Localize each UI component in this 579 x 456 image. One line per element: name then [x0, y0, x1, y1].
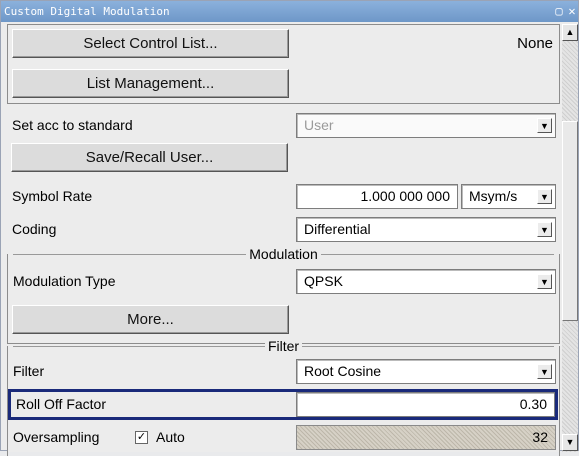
window-title: Custom Digital Modulation — [4, 5, 170, 18]
list-section: Select Control List... None List Managem… — [7, 24, 560, 104]
modulation-type-value: QPSK — [304, 273, 343, 289]
filter-label: Filter — [13, 363, 45, 379]
standard-label: Set acc to standard — [12, 117, 133, 133]
scroll-up-icon[interactable]: ▲ — [562, 24, 578, 41]
modulation-type-label: Modulation Type — [13, 273, 116, 289]
standard-dropdown[interactable]: User ▼ — [296, 113, 556, 138]
filter-section: Filter Root Cosine ▼ Roll Off Factor 0.3… — [7, 346, 560, 456]
oversampling-label: Oversampling — [13, 429, 100, 445]
filter-row: Filter Root Cosine ▼ — [8, 356, 561, 387]
dialog-content: Select Control List... None List Managem… — [7, 24, 560, 456]
vertical-scrollbar[interactable]: ▲ ▼ — [562, 24, 578, 452]
symbol-rate-input[interactable]: 1.000 000 000 — [296, 184, 458, 209]
chevron-down-icon[interactable]: ▼ — [537, 364, 552, 379]
auto-checkbox[interactable]: ✓ — [135, 431, 148, 444]
more-button[interactable]: More... — [12, 305, 289, 334]
standard-value: User — [304, 117, 334, 133]
coding-label: Coding — [12, 221, 57, 237]
title-bar: Custom Digital Modulation ▢ ✕ — [1, 1, 578, 22]
maximize-icon[interactable]: ▢ — [552, 4, 566, 18]
symbol-rate-unit-dropdown[interactable]: Msym/s ▼ — [461, 184, 556, 209]
selected-list-value: None — [517, 35, 553, 52]
standard-row: Set acc to standard User ▼ — [7, 110, 560, 141]
roll-off-label: Roll Off Factor — [16, 396, 106, 412]
dialog-window: Custom Digital Modulation ▢ ✕ Select Con… — [0, 0, 579, 456]
oversampling-value: 32 — [296, 425, 556, 450]
symbol-rate-label: Symbol Rate — [12, 188, 93, 204]
scroll-down-icon[interactable]: ▼ — [562, 434, 578, 451]
roll-off-row: Roll Off Factor 0.30 — [8, 389, 561, 420]
roll-off-input[interactable]: 0.30 — [296, 392, 555, 417]
chevron-down-icon[interactable]: ▼ — [537, 274, 552, 289]
chevron-down-icon[interactable]: ▼ — [537, 189, 552, 204]
select-control-list-button[interactable]: Select Control List... — [12, 29, 289, 58]
chevron-down-icon[interactable]: ▼ — [537, 222, 552, 237]
modulation-type-row: Modulation Type QPSK ▼ — [8, 266, 561, 297]
modulation-type-dropdown[interactable]: QPSK ▼ — [296, 269, 556, 294]
symbol-rate-unit: Msym/s — [469, 188, 518, 204]
close-icon[interactable]: ✕ — [565, 4, 579, 18]
chevron-down-icon[interactable]: ▼ — [537, 118, 552, 133]
oversampling-row: Oversampling ✓ Auto 32 — [8, 422, 561, 453]
filter-value: Root Cosine — [304, 363, 382, 379]
modulation-section: Modulation Type QPSK ▼ More... — [7, 254, 560, 344]
save-recall-user-button[interactable]: Save/Recall User... — [11, 143, 288, 172]
symbol-rate-row: Symbol Rate 1.000 000 000 Msym/s ▼ — [7, 181, 560, 212]
auto-label: Auto — [156, 429, 185, 445]
scrollbar-thumb[interactable] — [562, 121, 578, 321]
filter-dropdown[interactable]: Root Cosine ▼ — [296, 359, 556, 384]
coding-value: Differential — [304, 221, 371, 237]
list-management-button[interactable]: List Management... — [12, 69, 289, 98]
coding-dropdown[interactable]: Differential ▼ — [296, 217, 556, 242]
coding-row: Coding Differential ▼ — [7, 214, 560, 245]
